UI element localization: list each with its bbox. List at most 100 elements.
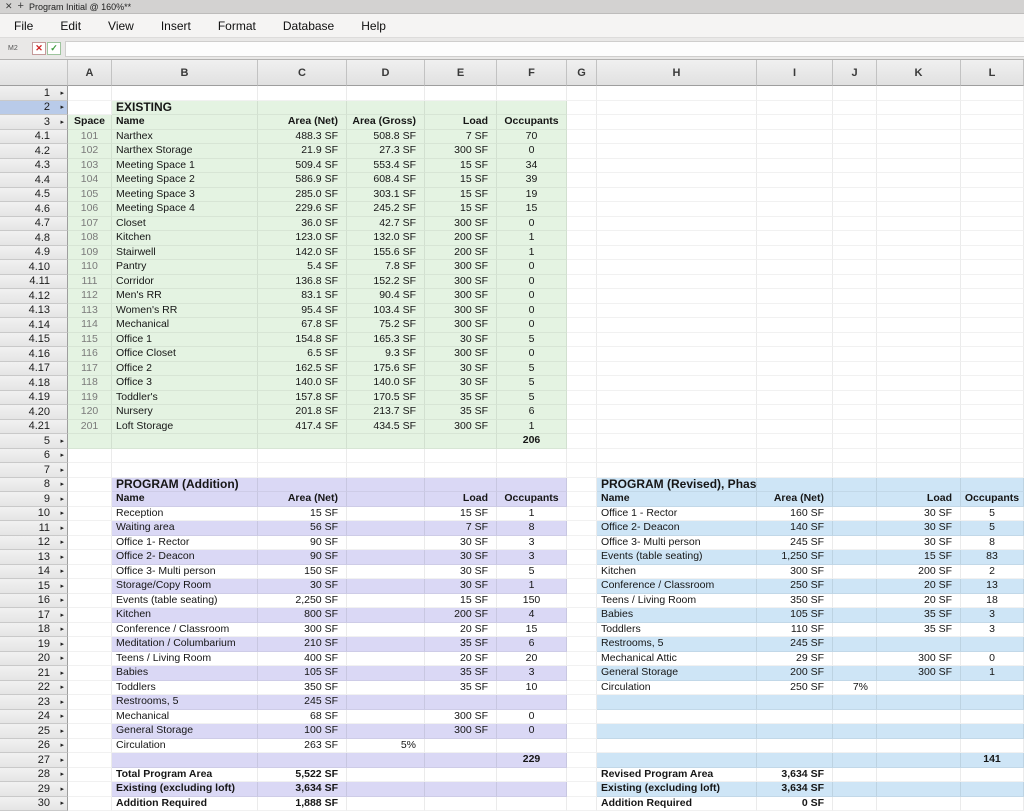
cell-B4.12[interactable]: Men's RR (112, 289, 258, 304)
row-disclosure-icon[interactable]: ▸ (60, 756, 64, 764)
cell-E18[interactable]: 20 SF (425, 623, 497, 638)
cell-L1[interactable] (961, 86, 1024, 101)
row-header-5[interactable]: 5▸ (0, 434, 68, 449)
cell-K24[interactable] (877, 710, 961, 725)
cell-I4.19[interactable] (757, 391, 833, 406)
row-header-11[interactable]: 11▸ (0, 521, 68, 536)
cell-K4.3[interactable] (877, 159, 961, 174)
row-disclosure-icon[interactable]: ▸ (60, 625, 64, 633)
cell-B19[interactable]: Meditation / Columbarium (112, 637, 258, 652)
cell-A4.12[interactable]: 112 (68, 289, 112, 304)
cell-E17[interactable]: 200 SF (425, 608, 497, 623)
cell-J4.21[interactable] (833, 420, 877, 435)
cell-A4.21[interactable]: 201 (68, 420, 112, 435)
cell-C4.8[interactable]: 123.0 SF (258, 231, 347, 246)
cell-I29[interactable]: 3,634 SF (757, 782, 833, 797)
cell-C29[interactable]: 3,634 SF (258, 782, 347, 797)
cell-E4.12[interactable]: 300 SF (425, 289, 497, 304)
cell-A23[interactable] (68, 695, 112, 710)
cell-A11[interactable] (68, 521, 112, 536)
cell-H1[interactable] (597, 86, 757, 101)
cell-E14[interactable]: 30 SF (425, 565, 497, 580)
cell-A18[interactable] (68, 623, 112, 638)
cell-C4.12[interactable]: 83.1 SF (258, 289, 347, 304)
cell-F4.8[interactable]: 1 (497, 231, 567, 246)
cell-A4.16[interactable]: 116 (68, 347, 112, 362)
cell-I4.18[interactable] (757, 376, 833, 391)
cell-D2[interactable] (347, 101, 425, 116)
cell-H4.5[interactable] (597, 188, 757, 203)
cell-K4.10[interactable] (877, 260, 961, 275)
cell-C4.19[interactable]: 157.8 SF (258, 391, 347, 406)
cell-E24[interactable]: 300 SF (425, 710, 497, 725)
cell-D4.14[interactable]: 75.2 SF (347, 318, 425, 333)
cell-B13[interactable]: Office 2- Deacon (112, 550, 258, 565)
cell-K4.18[interactable] (877, 376, 961, 391)
cell-D22[interactable] (347, 681, 425, 696)
cell-C4.11[interactable]: 136.8 SF (258, 275, 347, 290)
cell-G3[interactable] (567, 115, 597, 130)
cell-D20[interactable] (347, 652, 425, 667)
cell-K4.5[interactable] (877, 188, 961, 203)
cell-L4.13[interactable] (961, 304, 1024, 319)
cell-G4.16[interactable] (567, 347, 597, 362)
row-header-9[interactable]: 9▸ (0, 492, 68, 507)
cell-C24[interactable]: 68 SF (258, 710, 347, 725)
cell-G9[interactable] (567, 492, 597, 507)
cell-I1[interactable] (757, 86, 833, 101)
cell-L30[interactable] (961, 797, 1024, 811)
cell-E4.9[interactable]: 200 SF (425, 246, 497, 261)
cell-K16[interactable]: 20 SF (877, 594, 961, 609)
cell-G8[interactable] (567, 478, 597, 493)
cell-D4.4[interactable]: 608.4 SF (347, 173, 425, 188)
cell-C11[interactable]: 56 SF (258, 521, 347, 536)
cell-J4.7[interactable] (833, 217, 877, 232)
cell-H12[interactable]: Office 3- Multi person (597, 536, 757, 551)
row-header-12[interactable]: 12▸ (0, 536, 68, 551)
cell-F16[interactable]: 150 (497, 594, 567, 609)
cell-D4.5[interactable]: 303.1 SF (347, 188, 425, 203)
cell-H7[interactable] (597, 463, 757, 478)
cell-A21[interactable] (68, 666, 112, 681)
cell-D4.11[interactable]: 152.2 SF (347, 275, 425, 290)
cell-I19[interactable]: 245 SF (757, 637, 833, 652)
cell-K20[interactable]: 300 SF (877, 652, 961, 667)
cell-H4.3[interactable] (597, 159, 757, 174)
cell-C4.9[interactable]: 142.0 SF (258, 246, 347, 261)
cell-C22[interactable]: 350 SF (258, 681, 347, 696)
cell-G4.4[interactable] (567, 173, 597, 188)
cell-F21[interactable]: 3 (497, 666, 567, 681)
cell-B16[interactable]: Events (table seating) (112, 594, 258, 609)
cell-G20[interactable] (567, 652, 597, 667)
cell-I25[interactable] (757, 724, 833, 739)
cell-I26[interactable] (757, 739, 833, 754)
cell-D10[interactable] (347, 507, 425, 522)
cell-B4.18[interactable]: Office 3 (112, 376, 258, 391)
cell-L4.20[interactable] (961, 405, 1024, 420)
cell-I4.6[interactable] (757, 202, 833, 217)
cell-I4.13[interactable] (757, 304, 833, 319)
row-disclosure-icon[interactable]: ▸ (60, 611, 64, 619)
cell-L4.6[interactable] (961, 202, 1024, 217)
cell-K19[interactable] (877, 637, 961, 652)
cell-E10[interactable]: 15 SF (425, 507, 497, 522)
cell-I9[interactable]: Area (Net) (757, 492, 833, 507)
row-disclosure-icon[interactable]: ▸ (60, 683, 64, 691)
cell-K10[interactable]: 30 SF (877, 507, 961, 522)
cell-C4.7[interactable]: 36.0 SF (258, 217, 347, 232)
cell-B27[interactable] (112, 753, 258, 768)
cell-A4.10[interactable]: 110 (68, 260, 112, 275)
cell-A4.7[interactable]: 107 (68, 217, 112, 232)
cell-K21[interactable]: 300 SF (877, 666, 961, 681)
cell-G4.14[interactable] (567, 318, 597, 333)
cell-F4.4[interactable]: 39 (497, 173, 567, 188)
cell-H26[interactable] (597, 739, 757, 754)
cell-I4.10[interactable] (757, 260, 833, 275)
cell-B4.1[interactable]: Narthex (112, 130, 258, 145)
cell-H4.14[interactable] (597, 318, 757, 333)
cell-H4.7[interactable] (597, 217, 757, 232)
cell-H3[interactable] (597, 115, 757, 130)
cell-D28[interactable] (347, 768, 425, 783)
row-disclosure-icon[interactable]: ▸ (60, 89, 64, 97)
cell-F30[interactable] (497, 797, 567, 811)
